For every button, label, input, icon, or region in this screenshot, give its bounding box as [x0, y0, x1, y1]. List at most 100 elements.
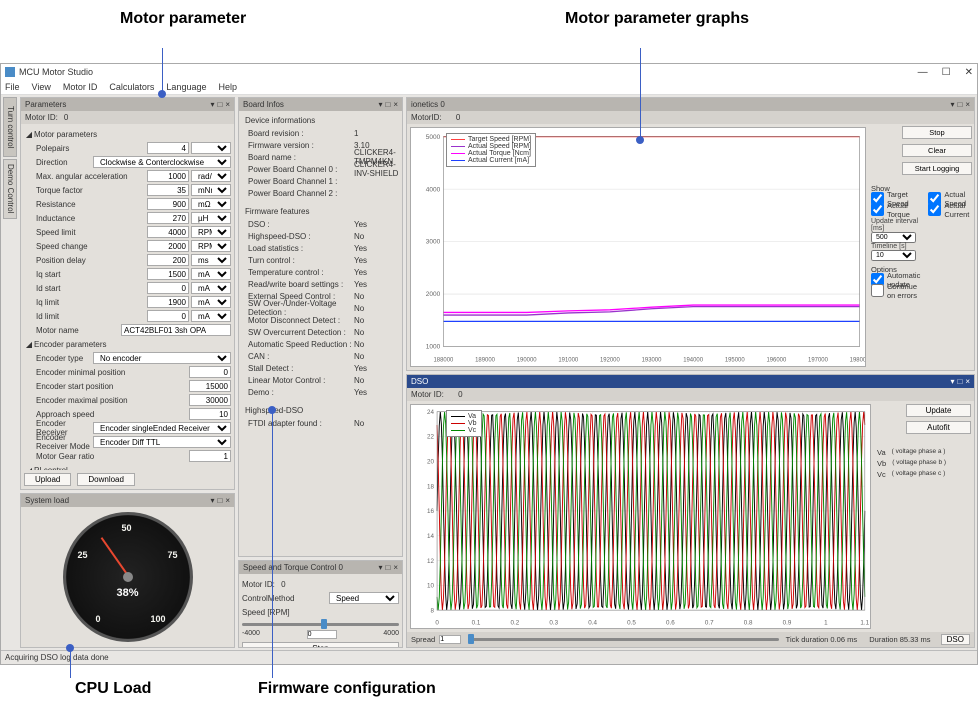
param-row: Encoder minimal position [24, 365, 231, 379]
menu-language[interactable]: Language [166, 82, 206, 92]
param-input[interactable] [189, 366, 231, 378]
svg-text:3000: 3000 [426, 239, 441, 246]
param-row: Encoder Receiver ModeEncoder Diff TTL [24, 435, 231, 449]
param-row: Max. angular accelerationrad/s [24, 169, 231, 183]
menu-motor-id[interactable]: Motor ID [63, 82, 98, 92]
param-row: Id limitmA [24, 309, 231, 323]
param-input[interactable] [147, 268, 189, 280]
menu-calculators[interactable]: Calculators [109, 82, 154, 92]
param-row: Speed changeRPM [24, 239, 231, 253]
param-input[interactable] [147, 310, 189, 322]
svg-text:5000: 5000 [426, 134, 441, 141]
dso-legend: VaVbVc [446, 410, 482, 437]
unit-select[interactable]: mA [191, 296, 231, 308]
param-row: Iq limitmA [24, 295, 231, 309]
panel-ionetics: ionetics 0▾□× MotorID: 0 100020003000400… [406, 97, 975, 371]
svg-text:191000: 191000 [558, 358, 579, 364]
download-button[interactable]: Download [77, 473, 135, 486]
param-input[interactable] [121, 324, 231, 336]
param-input[interactable] [147, 226, 189, 238]
minimize-button[interactable]: — [918, 67, 928, 78]
side-tab-turn-control[interactable]: Turn control [3, 97, 17, 157]
spread-input[interactable] [439, 635, 461, 644]
param-row: Position delayms [24, 253, 231, 267]
param-input[interactable] [147, 240, 189, 252]
param-input[interactable] [189, 408, 231, 420]
svg-text:195000: 195000 [725, 358, 746, 364]
dso-autofit-button[interactable]: Autofit [906, 421, 971, 434]
svg-text:14: 14 [427, 533, 434, 540]
svg-text:192000: 192000 [600, 358, 621, 364]
unit-select[interactable] [191, 142, 231, 154]
panel-system-load: System load▾□× 0 25 50 75 100 38% [20, 493, 235, 648]
unit-select[interactable]: rad/s [191, 170, 231, 182]
side-tab-demo-control[interactable]: Demo Control [3, 159, 17, 219]
svg-text:18: 18 [427, 483, 434, 490]
svg-text:24: 24 [427, 409, 434, 416]
dso-update-button[interactable]: Update [906, 404, 971, 417]
annotation-motor-parameter: Motor parameter [120, 10, 246, 28]
menu-view[interactable]: View [32, 82, 51, 92]
param-row: Encoder typeNo encoder [24, 351, 231, 365]
svg-text:2000: 2000 [426, 291, 441, 298]
ionetics-chart: 1000200030004000500018800018900019000019… [410, 127, 866, 367]
svg-text:12: 12 [427, 558, 434, 565]
param-input[interactable] [189, 380, 231, 392]
param-input[interactable] [189, 450, 231, 462]
param-input[interactable] [147, 142, 189, 154]
unit-select[interactable]: mΩ [191, 198, 231, 210]
svg-text:193000: 193000 [642, 358, 663, 364]
svg-text:194000: 194000 [683, 358, 704, 364]
ionetics-start-logging-button[interactable]: Start Logging [902, 162, 972, 175]
svg-text:16: 16 [427, 508, 434, 515]
ionetics-stop-button[interactable]: Stop [902, 126, 972, 139]
unit-select[interactable]: mA [191, 268, 231, 280]
unit-select[interactable]: RPM [191, 226, 231, 238]
unit-select[interactable]: mA [191, 282, 231, 294]
close-button[interactable]: ✕ [965, 67, 973, 78]
svg-text:10: 10 [427, 582, 434, 589]
param-row: Motor Gear ratio [24, 449, 231, 463]
maximize-button[interactable]: ☐ [942, 67, 951, 78]
param-input[interactable] [147, 198, 189, 210]
unit-select[interactable]: RPM [191, 240, 231, 252]
menu-file[interactable]: File [5, 82, 20, 92]
svg-text:1: 1 [824, 619, 828, 626]
unit-select[interactable]: ms [191, 254, 231, 266]
speed-stop-button[interactable]: Stop [242, 642, 399, 647]
app-icon [5, 67, 15, 77]
ionetics-clear-button[interactable]: Clear [902, 144, 972, 157]
param-row: DirectionClockwise & Conterclockwise [24, 155, 231, 169]
unit-select[interactable]: µH [191, 212, 231, 224]
param-select[interactable]: Encoder singleEnded Receiver [93, 422, 231, 434]
param-input[interactable] [147, 184, 189, 196]
speed-value-input[interactable] [307, 630, 337, 639]
param-input[interactable] [147, 212, 189, 224]
svg-text:0.9: 0.9 [783, 619, 792, 626]
param-row: Speed limitRPM [24, 225, 231, 239]
param-input[interactable] [189, 394, 231, 406]
param-input[interactable] [147, 282, 189, 294]
unit-select[interactable]: mNm/A [191, 184, 231, 196]
svg-text:4000: 4000 [426, 186, 441, 193]
spread-slider[interactable] [468, 638, 778, 641]
svg-text:22: 22 [427, 434, 434, 441]
param-row: Encoder maximal position [24, 393, 231, 407]
dso-chart: 8101214161820222400.10.20.30.40.50.60.70… [410, 404, 871, 629]
menubar: File View Motor ID Calculators Language … [1, 80, 977, 95]
param-select[interactable]: Clockwise & Conterclockwise [93, 156, 231, 168]
menu-help[interactable]: Help [218, 82, 237, 92]
param-input[interactable] [147, 170, 189, 182]
control-method-select[interactable]: Speed [329, 592, 399, 604]
param-select[interactable]: No encoder [93, 352, 231, 364]
dso-mode-button[interactable]: DSO [941, 634, 970, 645]
speed-slider[interactable] [242, 623, 399, 626]
upload-button[interactable]: Upload [24, 473, 71, 486]
param-input[interactable] [147, 254, 189, 266]
param-input[interactable] [147, 296, 189, 308]
unit-select[interactable]: mA [191, 310, 231, 322]
param-row: Iq startmA [24, 267, 231, 281]
panel-dso: DSO▾□× Motor ID: 0 8101214161820222400.1… [406, 374, 975, 648]
svg-text:1000: 1000 [426, 344, 441, 351]
param-select[interactable]: Encoder Diff TTL [93, 436, 231, 448]
